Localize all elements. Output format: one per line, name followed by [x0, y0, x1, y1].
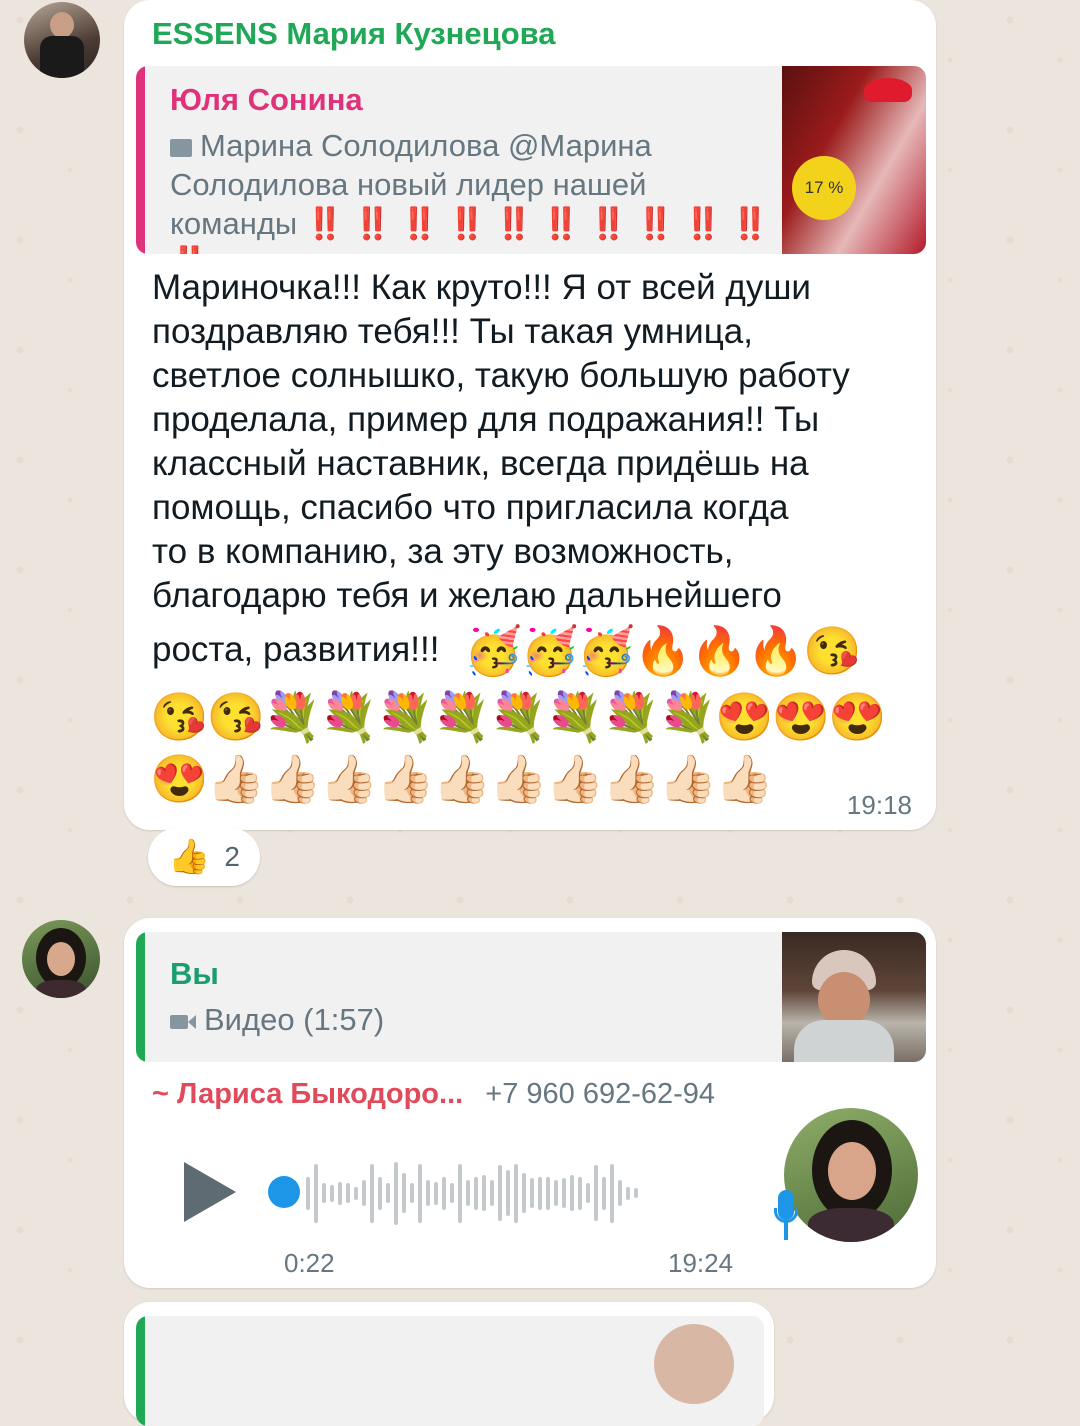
forward-header: ~ Лариса Быкодоро... +7 960 692-62-94	[152, 1078, 715, 1111]
reply-quote[interactable]: Вы Видео (1:57)	[136, 932, 926, 1062]
waveform-bar	[458, 1163, 462, 1223]
video-thumbnail[interactable]	[782, 932, 926, 1062]
waveform-bar	[490, 1180, 494, 1206]
message-time: 19:24	[668, 1248, 734, 1278]
waveform-bar	[626, 1186, 630, 1200]
voice-sender-avatar[interactable]	[784, 1108, 918, 1242]
waveform-bar	[442, 1176, 446, 1210]
reaction-count: 2	[224, 841, 240, 872]
waveform-bar	[466, 1180, 470, 1206]
voice-progress-dot[interactable]	[268, 1176, 300, 1208]
voice-waveform[interactable]	[306, 1158, 638, 1228]
waveform-bar	[378, 1176, 382, 1210]
quote-bar	[136, 66, 145, 254]
message-bubble-partial[interactable]	[124, 1302, 774, 1426]
waveform-bar	[418, 1163, 422, 1223]
emoji-row-1: 🥳🥳🥳🔥🔥🔥😘	[464, 624, 862, 677]
emoji-row-2: 😘😘💐💐💐💐💐💐💐💐😍😍😍	[150, 690, 887, 743]
reaction-chip[interactable]: 👍 2	[148, 828, 260, 886]
waveform-bar	[538, 1176, 542, 1210]
waveform-bar	[498, 1165, 502, 1221]
waveform-bar	[338, 1181, 342, 1205]
quote-text: Марина Солодилова @Марина Солодилова нов…	[170, 128, 770, 254]
waveform-bar	[434, 1181, 438, 1205]
emoji-row-3: 😍👍🏻👍🏻👍🏻👍🏻👍🏻👍🏻👍🏻👍🏻👍🏻👍🏻	[150, 752, 774, 805]
waveform-bar	[546, 1176, 550, 1210]
waveform-bar	[306, 1176, 310, 1210]
voice-duration: 0:22	[284, 1248, 335, 1278]
microphone-icon-stand	[774, 1208, 798, 1223]
waveform-bar	[570, 1175, 574, 1211]
waveform-bar	[314, 1163, 318, 1223]
quote-bar	[136, 932, 145, 1062]
quote-text: Видео (1:57)	[170, 1000, 384, 1039]
waveform-bar	[618, 1180, 622, 1206]
forward-phone[interactable]: +7 960 692-62-94	[485, 1078, 715, 1110]
waveform-bar	[586, 1183, 590, 1203]
forward-author[interactable]: ~ Лариса Быкодоро...	[152, 1078, 463, 1110]
waveform-bar	[562, 1178, 566, 1208]
waveform-bar	[322, 1183, 326, 1203]
percent-badge: 17 %	[792, 156, 856, 220]
quote-author: Юля Сонина	[170, 82, 363, 117]
sender-name[interactable]: ESSENS Мария Кузнецова	[152, 16, 556, 52]
waveform-bar	[514, 1163, 518, 1223]
waveform-bar	[354, 1186, 358, 1200]
waveform-bar	[602, 1176, 606, 1210]
waveform-bar	[554, 1180, 558, 1206]
waveform-bar	[530, 1178, 534, 1208]
play-icon[interactable]	[184, 1162, 236, 1222]
waveform-bar	[610, 1163, 614, 1223]
waveform-bar	[482, 1175, 486, 1211]
video-icon	[170, 1015, 188, 1029]
waveform-bar	[450, 1183, 454, 1203]
quote-thumbnail[interactable]: 17 %	[782, 66, 926, 254]
message-time: 19:18	[846, 790, 912, 820]
waveform-bar	[634, 1188, 638, 1198]
waveform-bar	[370, 1163, 374, 1223]
sender-avatar[interactable]	[24, 2, 100, 78]
waveform-bar	[402, 1173, 406, 1213]
message-text-last-line: роста, развития!!!	[152, 630, 440, 669]
hat-shape	[864, 78, 912, 102]
waveform-bar	[506, 1170, 510, 1216]
message-bubble[interactable]: ESSENS Мария Кузнецова Юля Сонина Марина…	[124, 0, 936, 830]
reply-quote[interactable]	[136, 1316, 764, 1426]
quote-bar	[136, 1316, 145, 1426]
waveform-bar	[522, 1173, 526, 1213]
waveform-bar	[410, 1183, 414, 1203]
waveform-bar	[474, 1176, 478, 1210]
video-thumbnail[interactable]	[634, 1316, 764, 1426]
waveform-bar	[578, 1176, 582, 1210]
video-icon-lens	[188, 1015, 196, 1029]
waveform-bar	[426, 1180, 430, 1206]
message-bubble[interactable]: Вы Видео (1:57) ~ Лариса Быкодоро... +7 …	[124, 918, 936, 1288]
thumbs-up-icon: 👍	[168, 838, 211, 876]
waveform-bar	[594, 1165, 598, 1221]
waveform-bar	[330, 1184, 334, 1202]
waveform-bar	[362, 1180, 366, 1206]
message-text: Мариночка!!! Как круто!!! Я от всей души…	[152, 268, 850, 615]
waveform-bar	[346, 1183, 350, 1203]
quote-author: Вы	[170, 956, 219, 991]
my-avatar[interactable]	[22, 920, 100, 998]
image-icon	[170, 139, 192, 157]
waveform-bar	[386, 1183, 390, 1203]
waveform-bar	[394, 1161, 398, 1225]
reply-quote[interactable]: Юля Сонина Марина Солодилова @Марина Сол…	[136, 66, 926, 254]
microphone-icon-base	[784, 1222, 788, 1240]
